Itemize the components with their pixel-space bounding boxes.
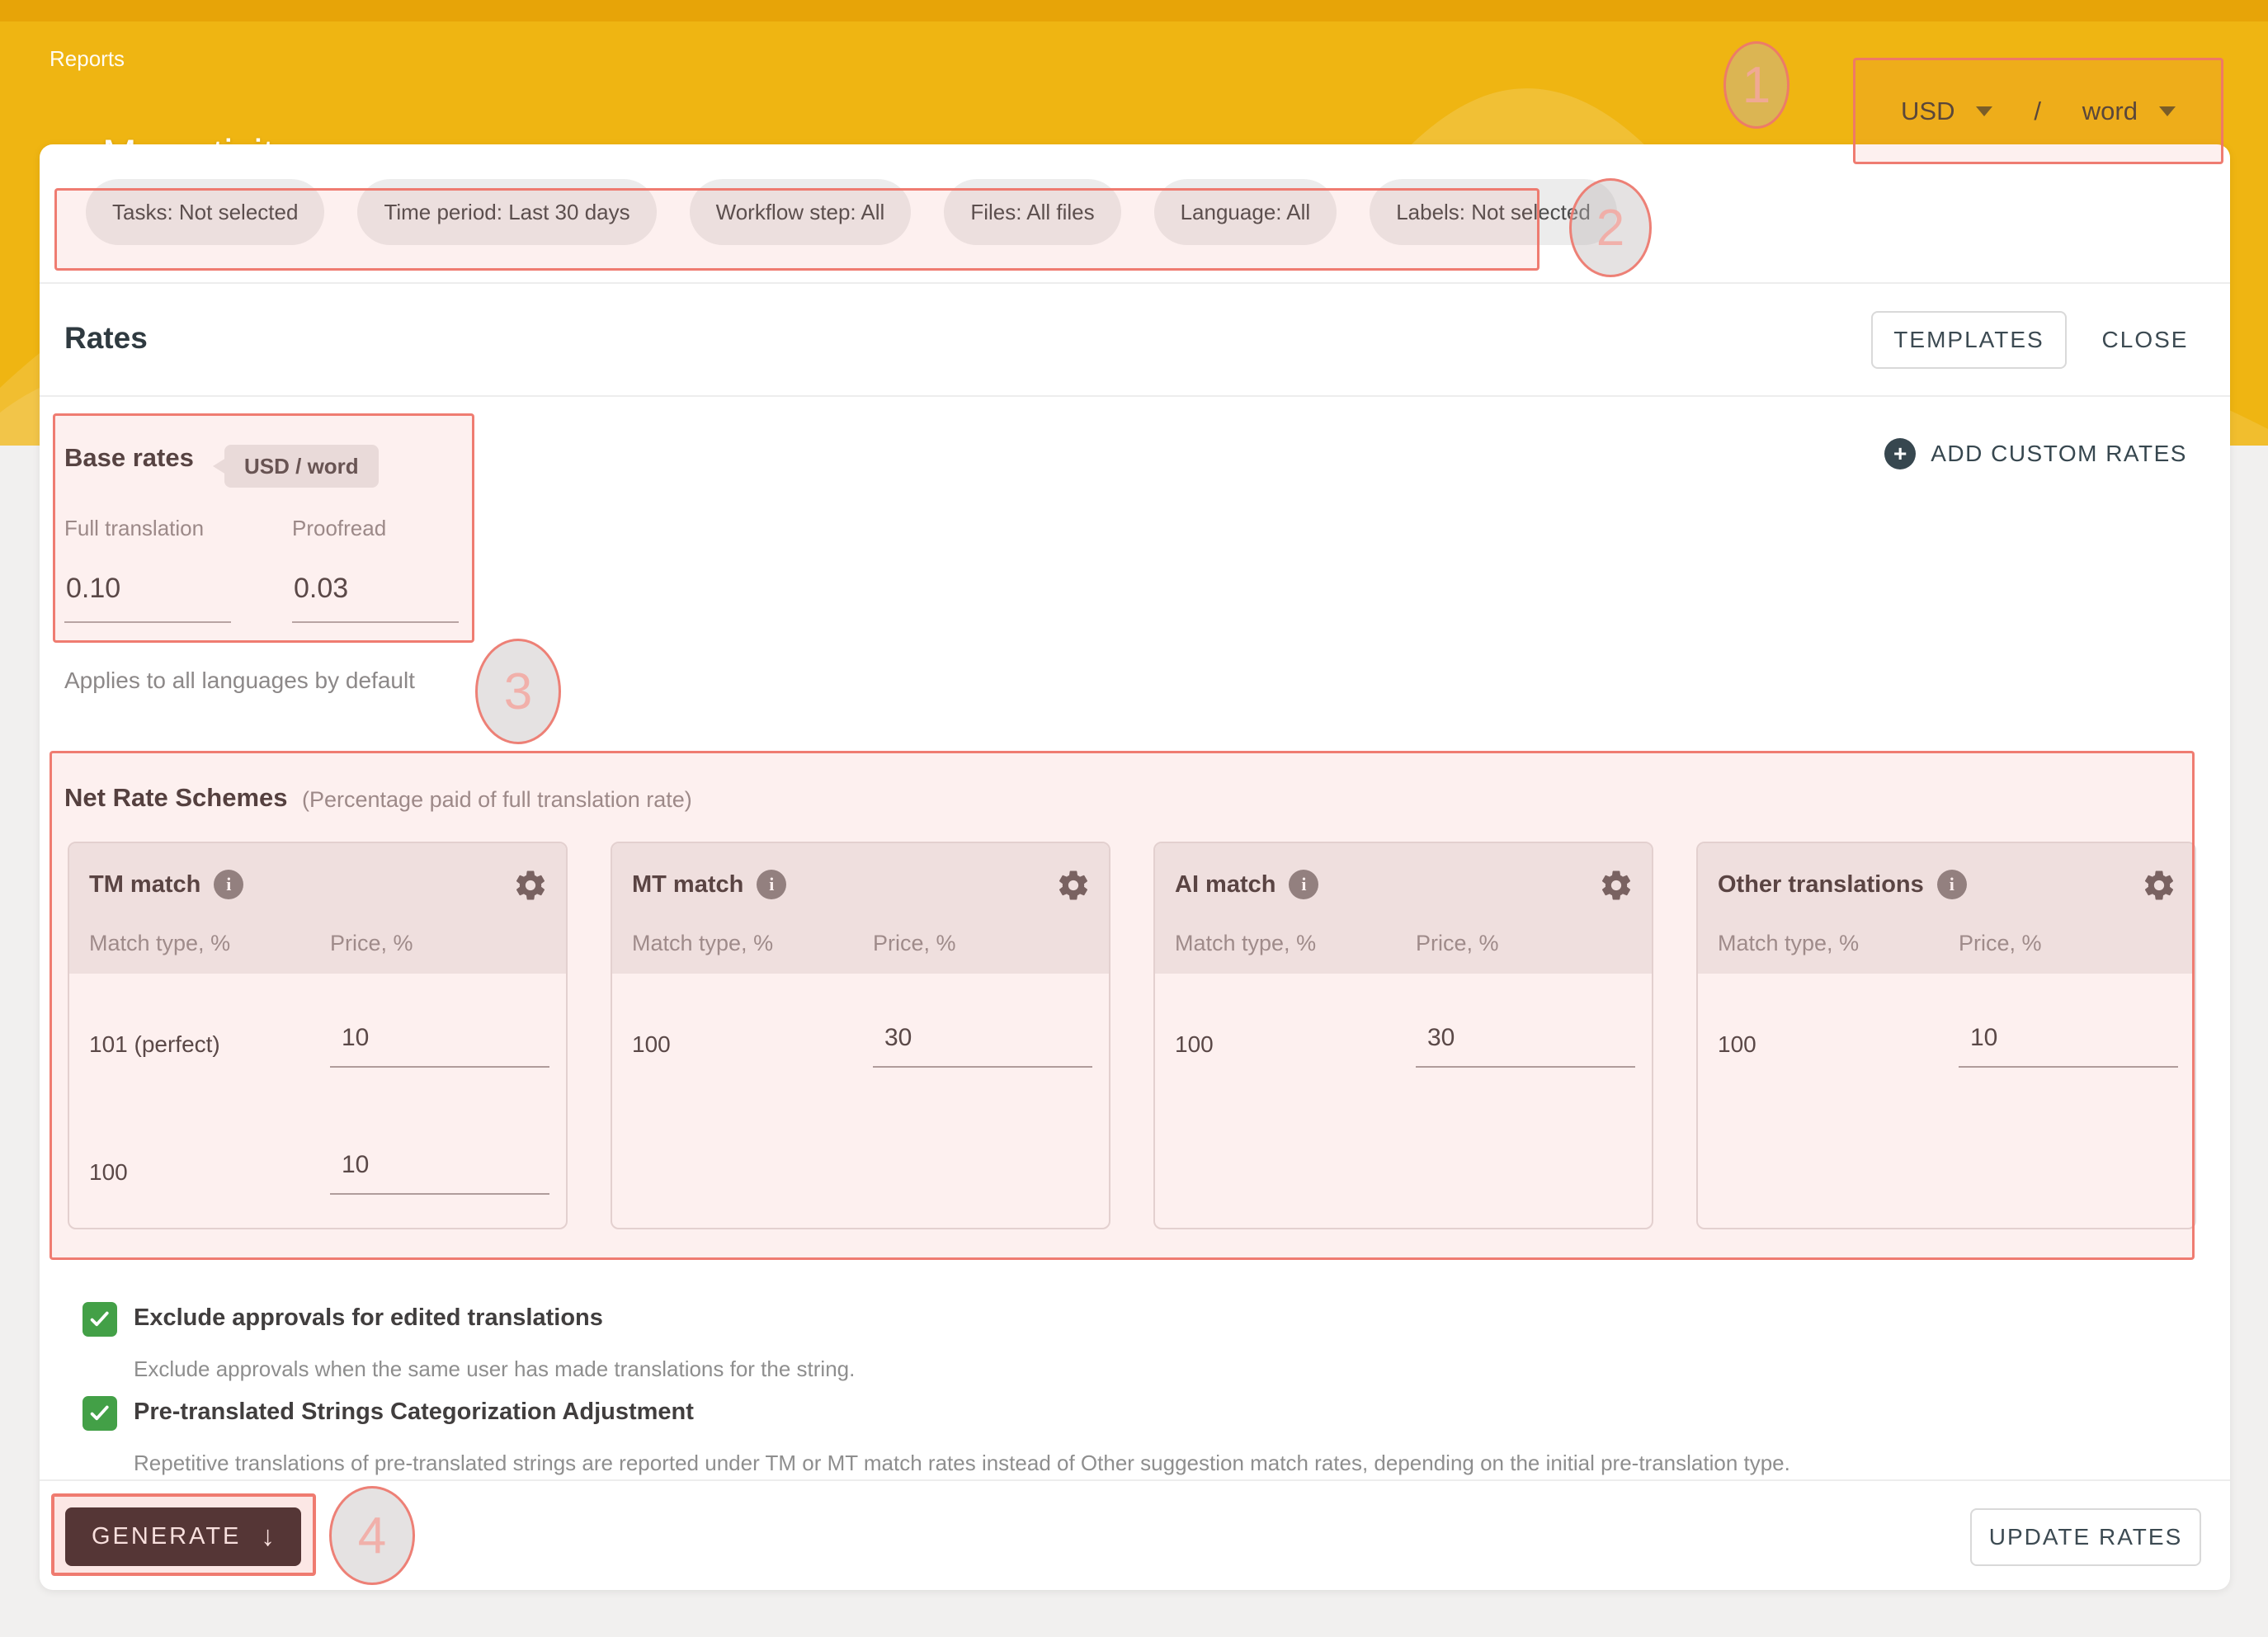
price-input[interactable] bbox=[873, 1010, 1092, 1068]
filter-chips-row: Tasks: Not selected Time period: Last 30… bbox=[86, 179, 1617, 245]
nrs-card-header: AI match i Match type, % Price, % bbox=[1155, 843, 1652, 974]
breadcrumb: Reports bbox=[50, 46, 125, 72]
match-type-column-label: Match type, % bbox=[1175, 931, 1316, 956]
match-type-column-label: Match type, % bbox=[89, 931, 230, 956]
templates-button[interactable]: TEMPLATES bbox=[1871, 311, 2067, 369]
add-custom-rates-button[interactable]: + ADD CUSTOM RATES bbox=[1884, 438, 2187, 469]
base-rates-note: Applies to all languages by default bbox=[64, 668, 415, 694]
net-rate-schemes-subtitle: (Percentage paid of full translation rat… bbox=[302, 787, 692, 813]
info-icon[interactable]: i bbox=[1289, 870, 1318, 899]
full-translation-input[interactable] bbox=[64, 555, 231, 623]
nrs-card-header: MT match i Match type, % Price, % bbox=[612, 843, 1109, 974]
price-column-label: Price, % bbox=[873, 931, 956, 956]
match-type-column-label: Match type, % bbox=[632, 931, 773, 956]
info-icon[interactable]: i bbox=[1937, 870, 1967, 899]
nrs-card-title: AI match bbox=[1175, 871, 1275, 899]
gear-icon[interactable] bbox=[1599, 868, 1634, 903]
price-input[interactable] bbox=[330, 1010, 549, 1068]
base-rates-title: Base rates bbox=[64, 443, 194, 473]
nrs-card-header: TM match i Match type, % Price, % bbox=[69, 843, 566, 974]
check-icon bbox=[87, 1401, 112, 1426]
full-translation-label: Full translation bbox=[64, 516, 204, 541]
divider bbox=[40, 395, 2230, 397]
price-column-label: Price, % bbox=[330, 931, 413, 956]
proofread-input[interactable] bbox=[292, 555, 459, 623]
option-description: Repetitive translations of pre-translate… bbox=[134, 1451, 1790, 1476]
update-rates-button[interactable]: UPDATE RATES bbox=[1970, 1508, 2201, 1566]
option-label: Pre-translated Strings Categorization Ad… bbox=[134, 1399, 694, 1426]
gear-icon[interactable] bbox=[1056, 868, 1091, 903]
net-rate-schemes-title: Net Rate Schemes bbox=[64, 783, 288, 813]
base-rates-unit-chip: USD / word bbox=[224, 445, 379, 488]
checkbox-exclude-approvals[interactable] bbox=[83, 1302, 117, 1337]
proofread-label: Proofread bbox=[292, 516, 386, 541]
generate-button-label: GENERATE bbox=[92, 1523, 241, 1550]
option-label: Exclude approvals for edited translation… bbox=[134, 1304, 603, 1332]
add-custom-rates-label: ADD CUSTOM RATES bbox=[1931, 441, 2187, 467]
currency-value: USD bbox=[1901, 97, 1954, 126]
gear-icon[interactable] bbox=[2142, 868, 2176, 903]
unit-separator: / bbox=[2034, 97, 2041, 126]
match-type-value: 100 bbox=[1175, 1031, 1214, 1058]
match-type-value: 100 bbox=[1718, 1031, 1756, 1058]
match-type-column-label: Match type, % bbox=[1718, 931, 1859, 956]
info-icon[interactable]: i bbox=[757, 870, 786, 899]
nrs-card-title: Other translations bbox=[1718, 871, 1924, 899]
price-column-label: Price, % bbox=[1416, 931, 1499, 956]
filter-chip-files[interactable]: Files: All files bbox=[944, 179, 1120, 245]
chevron-down-icon bbox=[2159, 106, 2176, 116]
filter-chip-tasks[interactable]: Tasks: Not selected bbox=[86, 179, 324, 245]
unit-value: word bbox=[2082, 97, 2138, 126]
rates-section-title: Rates bbox=[64, 321, 148, 356]
filter-chip-time-period[interactable]: Time period: Last 30 days bbox=[357, 179, 656, 245]
close-button[interactable]: CLOSE bbox=[2096, 311, 2195, 369]
price-input[interactable] bbox=[1959, 1010, 2178, 1068]
nrs-card-title: TM match bbox=[89, 871, 200, 899]
nrs-card-mt-match: MT match i Match type, % Price, % 100 bbox=[611, 842, 1110, 1229]
checkbox-pretranslated-adjustment[interactable] bbox=[83, 1396, 117, 1431]
match-type-value: 100 bbox=[89, 1159, 128, 1186]
divider bbox=[40, 282, 2230, 284]
price-input[interactable] bbox=[330, 1137, 549, 1195]
currency-dropdown[interactable]: USD bbox=[1901, 97, 1992, 126]
info-icon[interactable]: i bbox=[214, 870, 243, 899]
generate-button[interactable]: GENERATE ↓ bbox=[65, 1507, 301, 1566]
nrs-card-title: MT match bbox=[632, 871, 743, 899]
gear-icon[interactable] bbox=[513, 868, 548, 903]
plus-icon: + bbox=[1884, 438, 1916, 469]
filter-chip-workflow-step[interactable]: Workflow step: All bbox=[690, 179, 912, 245]
nrs-card-other-translations: Other translations i Match type, % Price… bbox=[1696, 842, 2196, 1229]
filter-chip-labels[interactable]: Labels: Not selected bbox=[1370, 179, 1617, 245]
nrs-card-tm-match: TM match i Match type, % Price, % 101 (p… bbox=[68, 842, 568, 1229]
divider bbox=[40, 1479, 2230, 1481]
option-description: Exclude approvals when the same user has… bbox=[134, 1356, 855, 1382]
nrs-card-header: Other translations i Match type, % Price… bbox=[1698, 843, 2195, 974]
match-type-value: 101 (perfect) bbox=[89, 1031, 220, 1058]
reports-page: Reports ← My activity USD / word Tasks: … bbox=[0, 0, 2268, 1637]
chevron-down-icon bbox=[1976, 106, 1992, 116]
unit-dropdown[interactable]: word bbox=[2082, 97, 2176, 126]
header-top-strip bbox=[0, 0, 2268, 21]
match-type-value: 100 bbox=[632, 1031, 671, 1058]
filter-chip-language[interactable]: Language: All bbox=[1154, 179, 1337, 245]
report-settings-card: Tasks: Not selected Time period: Last 30… bbox=[40, 144, 2230, 1590]
download-arrow-icon: ↓ bbox=[261, 1521, 275, 1553]
nrs-card-ai-match: AI match i Match type, % Price, % 100 bbox=[1153, 842, 1653, 1229]
price-input[interactable] bbox=[1416, 1010, 1635, 1068]
check-icon bbox=[87, 1307, 112, 1332]
price-column-label: Price, % bbox=[1959, 931, 2042, 956]
